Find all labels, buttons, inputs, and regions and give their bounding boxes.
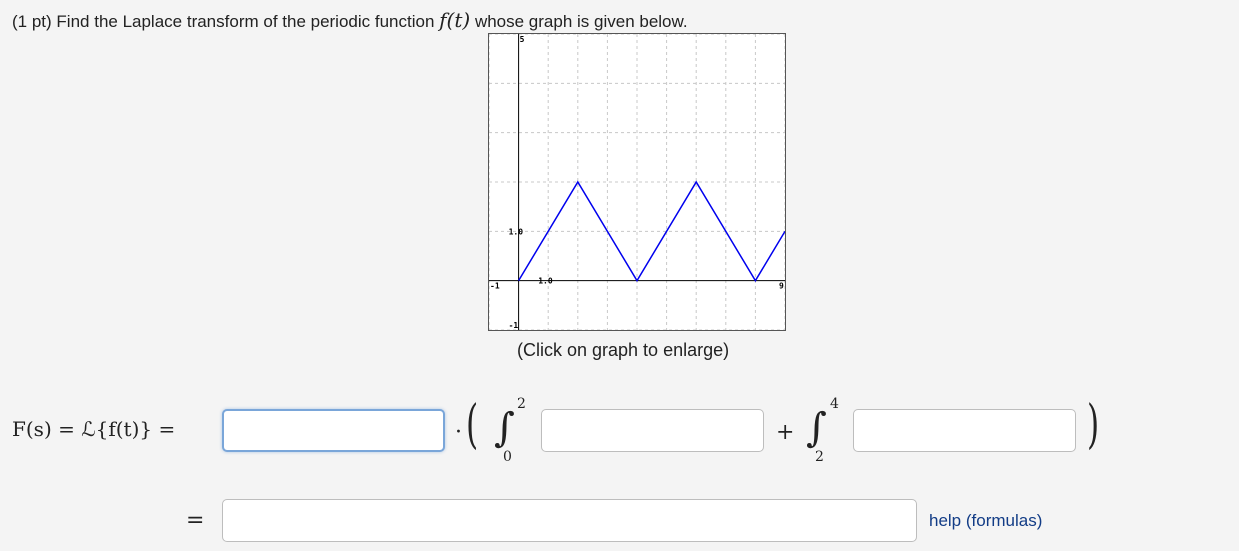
integral-1-upper: 2 [517,396,526,412]
integral-2-lower: 2 [815,449,824,465]
tick-label-y-bottom: -1 [509,321,519,330]
answer-input-integral-2[interactable] [853,409,1076,452]
answer-input-final[interactable] [222,499,917,542]
answer-input-factor[interactable] [222,409,445,452]
problem-statement: (1 pt) Find the Laplace transform of the… [12,8,688,32]
integral-2-upper: 4 [830,396,839,412]
tick-label-y-top: 5 [520,35,525,44]
function-name: f(t) [439,8,471,32]
plus-sign: + [776,420,795,445]
left-paren: ( [466,395,479,455]
problem-text-before: Find the Laplace transform of the period… [56,12,435,31]
multiply-dot: · [455,420,462,445]
equals-sign: = [186,508,205,533]
tick-label-x-mid: 1.0 [538,277,553,286]
problem-text-after: whose graph is given below. [474,12,688,31]
laplace-lhs: F(s) = ℒ{f(t)} = [12,417,176,441]
graph-caption: (Click on graph to enlarge) [517,340,730,360]
graph-canvas: 5 1.0 -1 -1 1.0 9 [489,34,785,330]
integral-1-lower: 0 [503,449,512,465]
tick-label-x-left: -1 [490,282,500,291]
answer-input-integral-1[interactable] [541,409,764,452]
right-paren: ) [1087,395,1100,455]
problem-points: (1 pt) [12,12,52,31]
periodic-function-graph[interactable]: 5 1.0 -1 -1 1.0 9 [488,33,786,331]
integral-sign-2: ∫ [806,405,827,451]
tick-label-y-mid: 1.0 [509,227,524,236]
tick-label-x-right: 9 [779,282,784,291]
help-formulas-link[interactable]: help (formulas) [929,511,1042,531]
integral-sign-1: ∫ [494,405,515,451]
